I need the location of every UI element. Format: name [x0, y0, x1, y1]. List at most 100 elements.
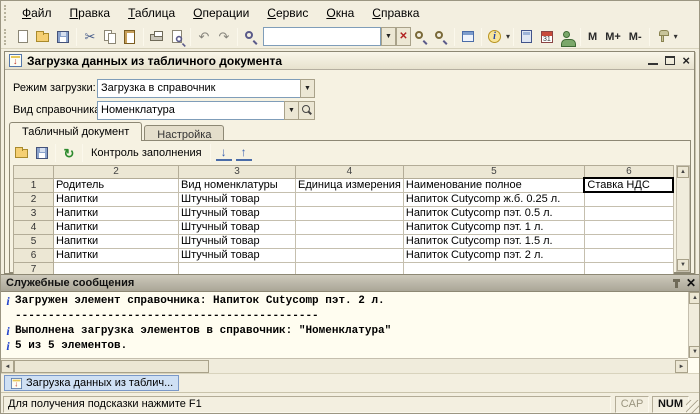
column-header[interactable]: 4 — [295, 165, 404, 179]
table-cell[interactable] — [583, 233, 674, 249]
calendar-icon[interactable] — [537, 27, 557, 47]
row-header[interactable]: 4 — [13, 219, 54, 235]
find-previous-icon[interactable] — [431, 27, 451, 47]
load-mode-value[interactable]: Загрузка в справочник — [97, 79, 300, 98]
table-cell[interactable] — [583, 205, 674, 221]
info-icon[interactable]: i — [485, 27, 505, 47]
info-dropdown-caret[interactable]: ▾ — [506, 32, 510, 41]
row-header[interactable]: 5 — [13, 233, 54, 249]
table-cell[interactable]: Напиток Cutycomp пэт. 1.5 л. — [402, 233, 585, 249]
refresh-icon[interactable]: ↻ — [59, 143, 79, 163]
search-clear-button[interactable]: ✕ — [396, 27, 411, 46]
row-header[interactable]: 6 — [13, 247, 54, 263]
table-cell[interactable] — [295, 247, 404, 263]
find-next-icon[interactable] — [411, 27, 431, 47]
table-cell[interactable]: Штучный товар — [178, 247, 296, 263]
table-cell[interactable]: Штучный товар — [178, 219, 296, 235]
menu-file[interactable]: Файл — [13, 3, 61, 23]
service-messages-header[interactable]: Служебные сообщения ✕ — [1, 275, 699, 292]
column-header[interactable]: 5 — [402, 165, 585, 179]
catalog-kind-dropdown-button[interactable]: ▼ — [284, 101, 299, 120]
scroll-up-icon[interactable]: ▲ — [689, 292, 699, 304]
toolbar-grip[interactable] — [4, 28, 9, 45]
find-icon[interactable] — [241, 27, 261, 47]
search-input[interactable] — [263, 27, 381, 46]
save-file-icon[interactable] — [32, 143, 52, 163]
table-cell[interactable]: Напиток Cutycomp пэт. 1 л. — [402, 219, 585, 235]
tab-tabular-document[interactable]: Табличный документ — [9, 122, 143, 141]
table-cell[interactable]: Напиток Cutycomp пэт. 0.5 л. — [402, 205, 585, 221]
message-line[interactable]: i Загружен элемент справочника: Напиток … — [1, 294, 688, 309]
message-line[interactable]: i Выполнена загрузка элементов в справоч… — [1, 324, 688, 339]
table-cell[interactable] — [583, 247, 674, 263]
table-cell[interactable] — [295, 219, 404, 235]
resize-grip[interactable] — [686, 400, 699, 413]
table-cell[interactable] — [583, 219, 674, 235]
table-cell[interactable]: Напитки — [53, 205, 179, 221]
tab-settings[interactable]: Настройка — [144, 125, 225, 141]
table-cell[interactable] — [295, 205, 404, 221]
menu-help[interactable]: Справка — [363, 3, 428, 23]
new-window-icon[interactable] — [458, 27, 478, 47]
table-cell[interactable]: Родитель — [53, 177, 179, 193]
table-cell[interactable]: Единица измерения — [295, 177, 404, 193]
window-tab-button[interactable]: Загрузка данных из таблич... — [4, 375, 180, 391]
close-icon[interactable]: × — [682, 54, 690, 67]
menu-edit[interactable]: Правка — [61, 3, 120, 23]
scroll-down-icon[interactable]: ▼ — [689, 346, 699, 358]
open-icon[interactable] — [33, 27, 53, 47]
table-cell[interactable]: Напиток Cutycomp ж.б. 0.25 л. — [402, 191, 585, 207]
row-header[interactable]: 3 — [13, 205, 54, 221]
print-preview-icon[interactable] — [167, 27, 187, 47]
wrench-icon[interactable] — [653, 27, 673, 47]
menu-operations[interactable]: Операции — [184, 3, 258, 23]
calculator-icon[interactable] — [517, 27, 537, 47]
toolbar-grip[interactable] — [4, 5, 9, 21]
menu-windows[interactable]: Окна — [317, 3, 363, 23]
table-cell[interactable]: Напитки — [53, 247, 179, 263]
table-cell[interactable] — [295, 191, 404, 207]
messages-vertical-scrollbar[interactable]: ▲ ▼ — [688, 292, 699, 358]
scroll-left-icon[interactable]: ◄ — [1, 360, 14, 373]
table-vertical-scrollbar[interactable]: ▲ ▼ — [676, 165, 690, 272]
table-cell[interactable] — [295, 233, 404, 249]
column-header[interactable]: 2 — [53, 165, 179, 179]
table-cell[interactable]: Штучный товар — [178, 205, 296, 221]
redo-icon[interactable]: ↷ — [214, 27, 234, 47]
open-file-icon[interactable] — [12, 143, 32, 163]
row-header[interactable]: 2 — [13, 191, 54, 207]
scroll-right-icon[interactable]: ► — [675, 360, 688, 373]
column-header[interactable]: 3 — [178, 165, 296, 179]
memory-subtract-button[interactable]: M- — [625, 29, 646, 45]
menu-table[interactable]: Таблица — [119, 3, 184, 23]
window-title-bar[interactable]: Загрузка данных из табличного документа … — [5, 52, 694, 70]
cut-icon[interactable]: ✂ — [80, 27, 100, 47]
paste-icon[interactable] — [120, 27, 140, 47]
pin-icon[interactable] — [672, 278, 680, 288]
table-cell[interactable]: Штучный товар — [178, 233, 296, 249]
copy-icon[interactable] — [100, 27, 120, 47]
message-line[interactable]: i 5 из 5 элементов. — [1, 339, 688, 354]
minimize-icon[interactable] — [648, 56, 659, 65]
selected-cell[interactable]: Ставка НДС — [583, 177, 675, 193]
corner-cell[interactable] — [13, 165, 54, 179]
memory-recall-button[interactable]: M — [584, 29, 601, 45]
print-icon[interactable] — [147, 27, 167, 47]
menu-service[interactable]: Сервис — [258, 3, 317, 23]
wrench-dropdown-caret[interactable]: ▾ — [674, 32, 678, 41]
catalog-kind-value[interactable]: Номенклатура — [97, 101, 284, 120]
table-cell[interactable]: Вид номенклатуры — [178, 177, 296, 193]
memory-add-button[interactable]: M+ — [601, 29, 625, 45]
table-cell[interactable]: Напитки — [53, 191, 179, 207]
save-icon[interactable] — [53, 27, 73, 47]
user-icon[interactable] — [557, 27, 577, 47]
load-mode-dropdown-button[interactable]: ▼ — [300, 79, 315, 98]
table-cell[interactable] — [583, 191, 674, 207]
table-cell[interactable]: Напитки — [53, 219, 179, 235]
table-cell[interactable]: Штучный товар — [178, 191, 296, 207]
unload-up-icon[interactable]: ↑ — [234, 143, 254, 163]
table-cell[interactable]: Напиток Cutycomp пэт. 2 л. — [402, 247, 585, 263]
new-document-icon[interactable] — [13, 27, 33, 47]
undo-icon[interactable]: ↶ — [194, 27, 214, 47]
search-dropdown-button[interactable]: ▼ — [381, 27, 396, 46]
